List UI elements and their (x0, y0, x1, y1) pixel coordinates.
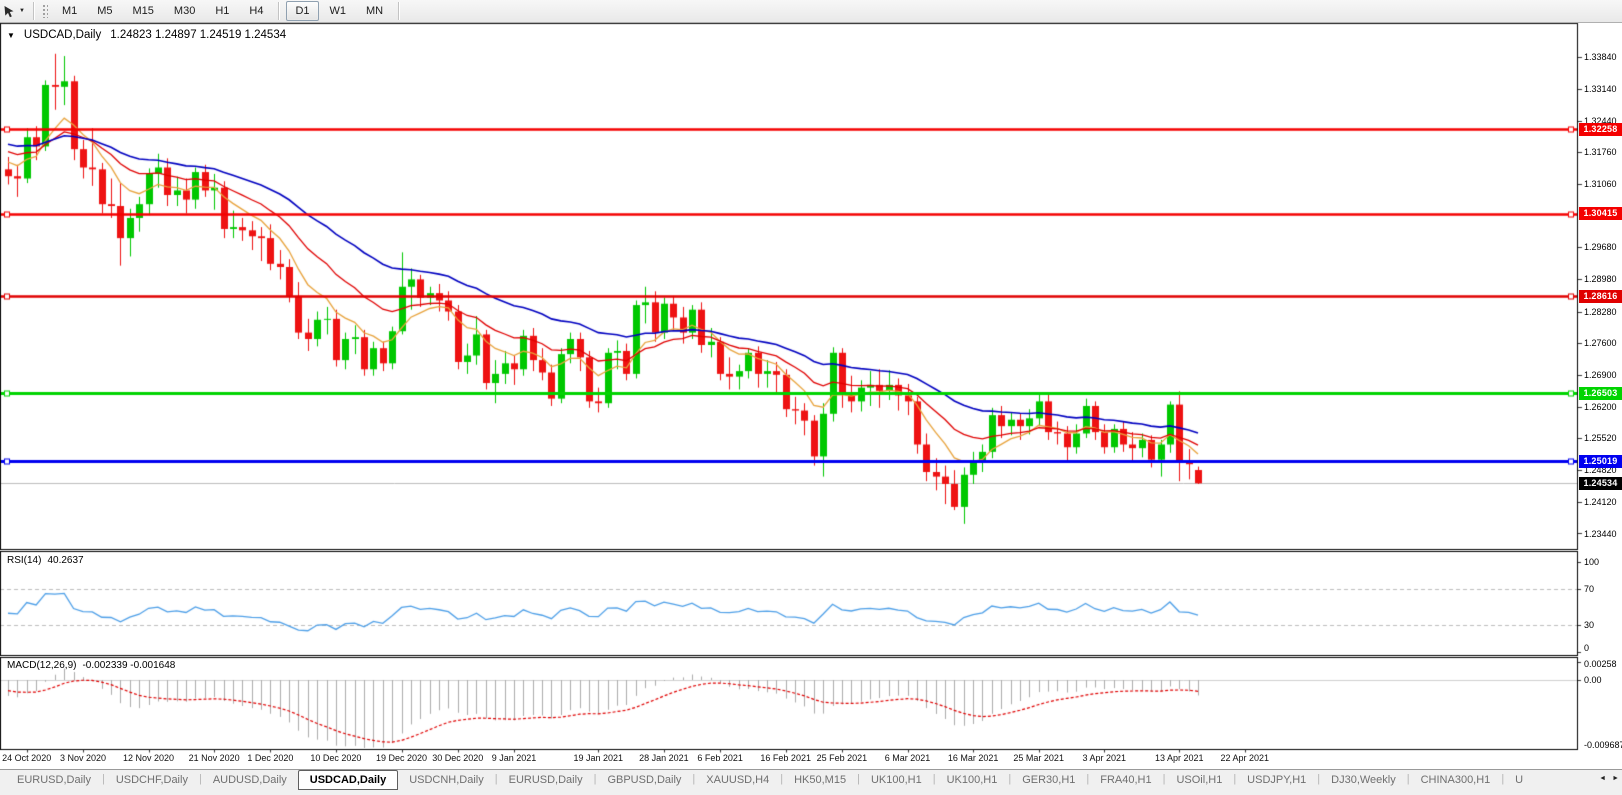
date-axis-label: 6 Feb 2021 (697, 753, 743, 763)
rsi-axis-label: 0 (1584, 643, 1589, 653)
symbol-tab-usoil-h1[interactable]: USOil,H1 (1165, 770, 1233, 790)
timeframe-button-w1[interactable]: W1 (321, 1, 356, 21)
price-axis-label: 1.23440 (1584, 529, 1617, 539)
macd-values: -0.002339 -0.001648 (82, 660, 175, 671)
date-axis-label: 3 Nov 2020 (60, 753, 106, 763)
date-axis-label: 28 Jan 2021 (639, 753, 689, 763)
symbol-tabs: EURUSD,Daily|USDCHF,Daily|AUDUSD,DailyUS… (0, 769, 1622, 795)
symbol-tab-china300-h1[interactable]: CHINA300,H1 (1410, 770, 1502, 790)
price-axis-label: 1.26200 (1584, 402, 1617, 412)
price-axis-label: 1.24120 (1584, 497, 1617, 507)
date-axis-label: 21 Nov 2020 (189, 753, 240, 763)
date-axis-label: 19 Jan 2021 (574, 753, 624, 763)
tab-scroll-right-icon[interactable]: ► (1612, 775, 1619, 782)
chart-canvas[interactable] (0, 0, 1622, 795)
rsi-axis-label: 100 (1584, 557, 1599, 567)
date-axis-label: 22 Apr 2021 (1221, 753, 1270, 763)
chart-menu-icon[interactable]: ▼ (7, 31, 15, 40)
macd-axis-label: 0.00258 (1584, 659, 1617, 669)
symbol-tab-uk100-h1[interactable]: UK100,H1 (860, 770, 933, 790)
chart-ohlc-values: 1.24823 1.24897 1.24519 1.24534 (110, 29, 286, 41)
rsi-indicator-label: RSI(14) 40.2637 (7, 555, 84, 566)
timeframe-button-m15[interactable]: M15 (124, 1, 163, 21)
timeframe-button-h4[interactable]: H4 (240, 1, 272, 21)
date-axis-label: 30 Dec 2020 (432, 753, 483, 763)
price-axis-label: 1.28280 (1584, 307, 1617, 317)
symbol-tab-usdcad-daily[interactable]: USDCAD,Daily (298, 770, 398, 790)
date-axis-label: 6 Mar 2021 (885, 753, 931, 763)
price-axis-label: 1.33140 (1584, 84, 1617, 94)
date-axis-label: 16 Mar 2021 (948, 753, 999, 763)
symbol-tab-xauusd-h4[interactable]: XAUUSD,H4 (695, 770, 780, 790)
symbol-tab-usdcnh-daily[interactable]: USDCNH,Daily (398, 770, 495, 790)
price-axis-label: 1.25520 (1584, 433, 1617, 443)
date-axis-label: 24 Oct 2020 (2, 753, 51, 763)
toolbar: ▼ M1M5M15M30H1H4 D1W1MN (0, 0, 1622, 23)
date-axis-label: 10 Dec 2020 (310, 753, 361, 763)
timeframe-buttons: M1M5M15M30H1H4 D1W1MN (52, 1, 405, 21)
price-axis-label: 1.29680 (1584, 242, 1617, 252)
date-axis-label: 13 Apr 2021 (1155, 753, 1204, 763)
rsi-axis-label: 30 (1584, 620, 1594, 630)
price-axis-label: 1.27600 (1584, 338, 1617, 348)
price-axis-label: 1.33840 (1584, 52, 1617, 62)
symbol-tab-uk100-h1[interactable]: UK100,H1 (936, 770, 1009, 790)
macd-axis-label: -0.009687 (1584, 740, 1622, 750)
date-axis-label: 3 Apr 2021 (1083, 753, 1127, 763)
symbol-tab-fra40-h1[interactable]: FRA40,H1 (1089, 770, 1162, 790)
hline-price-tag: 1.28616 (1579, 290, 1622, 303)
symbol-tab-gbpusd-daily[interactable]: GBPUSD,Daily (596, 770, 692, 790)
crosshair-cursor-icon[interactable]: ▼ (0, 4, 28, 19)
current-price-tag: 1.24534 (1579, 477, 1622, 490)
rsi-value: 40.2637 (47, 555, 83, 566)
hline-price-tag: 1.26503 (1579, 387, 1622, 400)
symbol-tab-eurusd-daily[interactable]: EURUSD,Daily (6, 770, 102, 790)
symbol-tab-hk50-m15[interactable]: HK50,M15 (783, 770, 857, 790)
timeframe-button-m30[interactable]: M30 (165, 1, 204, 21)
cursor-glyph (3, 5, 16, 18)
hline-price-tag: 1.25019 (1579, 455, 1622, 468)
hline-price-tag: 1.32258 (1579, 123, 1622, 136)
timeframe-button-d1[interactable]: D1 (286, 1, 318, 21)
tab-scroll-arrows: ◄ ► (1599, 775, 1619, 782)
rsi-axis-label: 70 (1584, 584, 1594, 594)
symbol-tab-dj30-weekly[interactable]: DJ30,Weekly (1320, 770, 1407, 790)
date-axis-label: 25 Feb 2021 (817, 753, 868, 763)
timeframe-button-m1[interactable]: M1 (53, 1, 86, 21)
chevron-down-icon[interactable]: ▼ (19, 8, 25, 14)
price-axis-label: 1.31060 (1584, 179, 1617, 189)
toolbar-separator (278, 2, 280, 20)
symbol-tab-audusd-daily[interactable]: AUDUSD,Daily (202, 770, 298, 790)
macd-indicator-label: MACD(12,26,9) -0.002339 -0.001648 (7, 660, 175, 671)
macd-name: MACD(12,26,9) (7, 660, 76, 671)
date-axis-label: 16 Feb 2021 (760, 753, 811, 763)
toolbar-separator (398, 2, 400, 20)
symbol-tab-u[interactable]: U (1504, 770, 1534, 790)
chart-title: ▼ USDCAD,Daily 1.24823 1.24897 1.24519 1… (7, 29, 286, 41)
price-axis-label: 1.28980 (1584, 274, 1617, 284)
toolbar-separator (33, 2, 35, 20)
symbol-tab-eurusd-daily[interactable]: EURUSD,Daily (498, 770, 594, 790)
timeframe-button-mn[interactable]: MN (357, 1, 392, 21)
symbol-tab-usdjpy-h1[interactable]: USDJPY,H1 (1236, 770, 1317, 790)
price-axis-label: 1.26900 (1584, 370, 1617, 380)
date-axis-label: 25 Mar 2021 (1013, 753, 1064, 763)
timeframe-button-m5[interactable]: M5 (88, 1, 121, 21)
macd-axis-label: 0.00 (1584, 675, 1602, 685)
tab-scroll-left-icon[interactable]: ◄ (1599, 775, 1606, 782)
timeframe-button-h1[interactable]: H1 (206, 1, 238, 21)
toolbar-drag-grip[interactable] (42, 4, 48, 18)
date-axis-label: 9 Jan 2021 (492, 753, 537, 763)
chart-symbol-label: USDCAD,Daily (24, 29, 101, 41)
hline-price-tag: 1.30415 (1579, 207, 1622, 220)
rsi-name: RSI(14) (7, 555, 41, 566)
price-axis-label: 1.31760 (1584, 147, 1617, 157)
date-axis-label: 1 Dec 2020 (247, 753, 293, 763)
date-axis-label: 19 Dec 2020 (376, 753, 427, 763)
symbol-tab-ger30-h1[interactable]: GER30,H1 (1011, 770, 1086, 790)
date-axis-label: 12 Nov 2020 (123, 753, 174, 763)
symbol-tab-usdchf-daily[interactable]: USDCHF,Daily (105, 770, 199, 790)
mt4-chart-window: { "icons": {"collapse":"▼","tool_caret":… (0, 0, 1622, 795)
